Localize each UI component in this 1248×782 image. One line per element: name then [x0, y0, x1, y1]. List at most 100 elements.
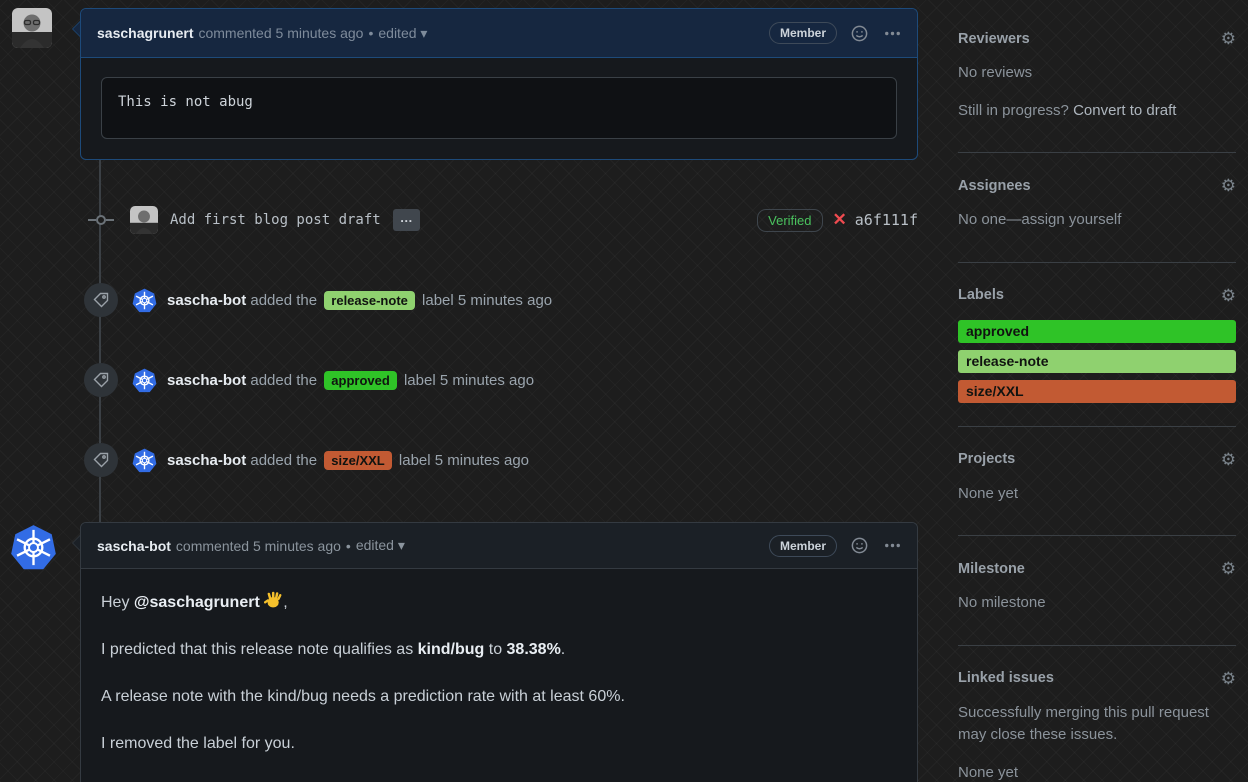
bot-avatar[interactable] — [132, 448, 157, 473]
reviewers-section: Reviewers ⚙ No reviews Still in progress… — [958, 30, 1236, 153]
label-event: sascha-bot added the size/XXL label 5 mi… — [84, 440, 918, 480]
edited-label: edited — [378, 24, 417, 41]
prediction-to: to — [484, 641, 507, 658]
event-actor[interactable]: sascha-bot — [167, 452, 246, 469]
comment-header: saschagrunert commented 5 minutes ago • … — [81, 9, 917, 58]
status-failed-icon[interactable]: ✕ — [833, 210, 847, 230]
prediction-rate: 38.38% — [506, 641, 561, 658]
labels-title: Labels — [958, 287, 1004, 303]
commit-sha-link[interactable]: a6f111f — [855, 211, 918, 229]
add-reaction-icon[interactable] — [851, 25, 868, 42]
prediction-kind: kind/bug — [417, 641, 485, 658]
sidebar-label-size-xxl[interactable]: size/XXL — [958, 379, 1236, 403]
gear-icon[interactable]: ⚙ — [1221, 177, 1236, 194]
git-commit-icon — [84, 212, 118, 228]
event-action: added the — [246, 371, 318, 389]
projects-title: Projects — [958, 451, 1016, 467]
sidebar-label-release-note[interactable]: release-note — [958, 349, 1236, 373]
labels-section: Labels ⚙ approved release-note size/XXL — [958, 263, 1236, 427]
label-event: sascha-bot added the release-note label … — [84, 280, 918, 320]
gear-icon[interactable]: ⚙ — [1221, 560, 1236, 577]
sidebar-label-approved[interactable]: approved — [958, 319, 1236, 343]
label-chip[interactable]: size/XXL — [324, 450, 392, 470]
milestone-empty: No milestone — [958, 594, 1046, 611]
bot-avatar[interactable] — [132, 288, 157, 313]
meta-bullet: • — [368, 25, 374, 41]
waving-hand-emoji — [264, 591, 282, 608]
comment-caret — [64, 21, 80, 37]
verified-badge[interactable]: Verified — [757, 208, 823, 232]
greeting-comma: , — [283, 594, 288, 611]
tag-icon — [84, 443, 118, 477]
meta-bullet: • — [345, 537, 351, 554]
projects-empty: None yet — [958, 484, 1019, 502]
event-actor[interactable]: sascha-bot — [167, 372, 246, 389]
edited-dropdown[interactable]: edited ▾ — [378, 25, 427, 42]
prediction-line: I predicted that this release note quali… — [101, 641, 897, 659]
removal-line: I removed the label for you. — [101, 735, 295, 752]
linked-issues-description: Successfully merging this pull request m… — [958, 703, 1209, 744]
projects-section: Projects ⚙ None yet — [958, 427, 1236, 536]
edited-label: edited — [355, 537, 394, 553]
member-badge[interactable]: Member — [768, 22, 837, 44]
sidebar: Reviewers ⚙ No reviews Still in progress… — [958, 30, 1236, 782]
prediction-period: . — [560, 641, 566, 658]
tag-icon — [84, 283, 118, 317]
kebab-menu-icon[interactable] — [884, 25, 901, 42]
label-event: sascha-bot added the approved label 5 mi… — [84, 360, 918, 400]
comment-sascha-bot: sascha-bot commented 5 minutes ago • edi… — [72, 522, 918, 782]
greeting-text: Hey — [101, 594, 134, 611]
chevron-down-icon: ▾ — [397, 537, 405, 553]
label-chip[interactable]: release-note — [324, 290, 415, 310]
event-action: added the — [246, 451, 318, 469]
comment-timestamp[interactable]: commented 5 minutes ago — [198, 25, 363, 41]
event-actor[interactable]: sascha-bot — [167, 292, 246, 309]
comment-header: sascha-bot commented 5 minutes ago • edi… — [81, 523, 917, 569]
comment-caret — [64, 535, 80, 551]
event-suffix: label 5 minutes ago — [394, 451, 530, 469]
edited-dropdown[interactable]: edited ▾ — [356, 537, 405, 554]
event-suffix: label 5 minutes ago — [417, 291, 553, 309]
comment-author-link[interactable]: sascha-bot — [97, 538, 171, 554]
commit-expand-button[interactable]: … — [392, 209, 420, 231]
kebab-menu-icon[interactable] — [884, 537, 901, 554]
draft-hint: Still in progress? Convert to draft — [958, 100, 1236, 123]
gear-icon[interactable]: ⚙ — [1221, 670, 1236, 687]
comment-body: Hey @saschagrunert , I predicted that th… — [81, 569, 917, 782]
reviewers-empty: No reviews — [958, 64, 1033, 81]
greeting-line: Hey @saschagrunert , — [101, 591, 897, 612]
chevron-down-icon: ▾ — [420, 24, 428, 41]
prediction-text: I predicted that this release note quali… — [101, 641, 418, 658]
assignees-empty[interactable]: No one—assign yourself — [958, 209, 1236, 232]
event-action: added the — [246, 291, 318, 309]
linked-issues-section: Linked issues ⚙ Successfully merging thi… — [958, 646, 1236, 782]
milestone-title: Milestone — [958, 560, 1025, 577]
reviewers-title: Reviewers — [958, 30, 1030, 47]
gear-icon[interactable]: ⚙ — [1221, 30, 1236, 47]
add-reaction-icon[interactable] — [851, 537, 868, 554]
rule-line: A release note with the kind/bug needs a… — [101, 688, 625, 705]
bot-avatar[interactable] — [132, 368, 157, 393]
draft-hint-text: Still in progress? — [958, 101, 1074, 119]
comment-timestamp[interactable]: commented 5 minutes ago — [176, 538, 341, 554]
linked-issues-title: Linked issues — [958, 670, 1054, 686]
linked-issues-empty: None yet — [958, 763, 1019, 781]
mention-link[interactable]: @saschagrunert — [134, 594, 260, 611]
comment-author-link[interactable]: saschagrunert — [97, 25, 193, 41]
gear-icon[interactable]: ⚙ — [1221, 451, 1236, 468]
label-chip[interactable]: approved — [324, 370, 397, 390]
gear-icon[interactable]: ⚙ — [1221, 287, 1236, 304]
bot-avatar-large[interactable] — [10, 524, 57, 571]
assignees-title: Assignees — [958, 177, 1031, 194]
member-badge[interactable]: Member — [768, 534, 837, 557]
commit-author-avatar[interactable] — [130, 206, 158, 234]
commit-message[interactable]: Add first blog post draft — [170, 212, 381, 228]
convert-to-draft-link[interactable]: Convert to draft — [1073, 102, 1176, 119]
assignees-section: Assignees ⚙ No one—assign yourself — [958, 153, 1236, 263]
milestone-section: Milestone ⚙ No milestone — [958, 536, 1236, 646]
user-avatar[interactable] — [12, 8, 52, 48]
tag-icon — [84, 363, 118, 397]
comment-saschagrunert: saschagrunert commented 5 minutes ago • … — [72, 8, 918, 160]
code-block: This is not abug — [101, 77, 897, 139]
comment-body: This is not abug — [81, 58, 917, 158]
